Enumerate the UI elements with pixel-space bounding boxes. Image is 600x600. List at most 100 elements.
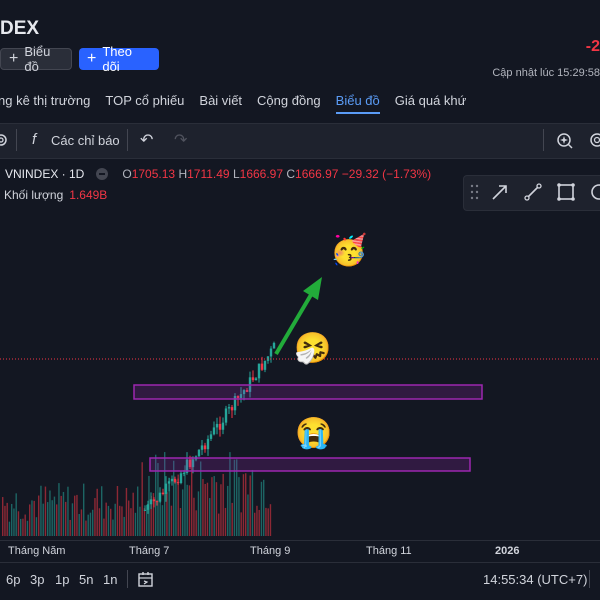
candle-body: [215, 423, 219, 428]
collapse-legend-button[interactable]: [96, 167, 109, 180]
close-value: 1666.97: [295, 167, 339, 181]
app-root: DEX + Biểu đồ + Theo dõi -2 Cập nhật lúc…: [0, 0, 600, 600]
timeframe-6p[interactable]: 6p: [6, 572, 20, 587]
volume-bar: [222, 473, 224, 536]
volume-bar: [173, 460, 175, 536]
more-tools-icon[interactable]: [589, 182, 600, 202]
candle-body: [212, 427, 216, 435]
timeframe-1n[interactable]: 1n: [103, 572, 117, 587]
volume-bar: [186, 484, 188, 536]
support-zone[interactable]: [149, 457, 471, 472]
volume-bar: [269, 504, 272, 536]
follow-button[interactable]: + Theo dõi: [79, 44, 159, 74]
resistance-zone[interactable]: [133, 384, 483, 400]
add-chart-button[interactable]: + Biểu đồ: [0, 44, 72, 74]
tab-market-stats[interactable]: ng kê thị trường: [0, 93, 90, 108]
magic-zoom-icon[interactable]: [555, 131, 575, 149]
volume-bar: [206, 482, 209, 536]
volume-bar: [143, 508, 146, 536]
candle-body: [149, 499, 153, 505]
volume-bar: [130, 508, 132, 536]
volume-bar: [60, 495, 62, 536]
candle-body: [179, 473, 183, 484]
volume-bar: [170, 505, 173, 536]
redo-button[interactable]: ↷: [174, 130, 187, 150]
sneezing-face-emoji[interactable]: 🤧: [294, 334, 331, 364]
candle-body: [227, 407, 231, 409]
volume-bar: [101, 486, 103, 536]
trendline-tool-icon[interactable]: [523, 182, 543, 202]
gear-icon[interactable]: [0, 133, 8, 147]
candle-body: [152, 499, 156, 502]
volume-bar: [29, 504, 31, 536]
volume-bar: [6, 502, 8, 536]
volume-bar: [94, 498, 96, 536]
candle-body: [164, 483, 168, 495]
add-chart-label: Biểu đồ: [24, 44, 51, 74]
volume-bar: [105, 502, 107, 536]
volume-bar: [65, 501, 67, 536]
volume-bar: [98, 508, 101, 536]
candle-body: [251, 377, 255, 381]
rectangle-tool-icon[interactable]: [556, 182, 576, 202]
volume-bar: [224, 507, 227, 536]
party-face-emoji[interactable]: 🥳: [330, 236, 367, 266]
volume-bar: [258, 509, 260, 536]
volume-bar: [15, 493, 17, 536]
volume-bar: [218, 513, 220, 536]
volume-bar: [47, 502, 49, 536]
indicators-button[interactable]: Các chỉ báo: [51, 133, 120, 148]
timeframe-3p[interactable]: 3p: [30, 572, 44, 587]
volume-bar: [161, 505, 164, 536]
toolbar-divider: [127, 129, 128, 151]
clock-timezone[interactable]: 14:55:34 (UTC+7): [483, 572, 587, 587]
x-tick: Tháng 11: [366, 545, 412, 557]
toolbar-divider: [543, 129, 544, 151]
drag-handle-icon[interactable]: [470, 183, 480, 201]
volume-bar: [238, 477, 240, 536]
uptrend-arrow-head[interactable]: [303, 277, 322, 300]
timeframe-1p[interactable]: 1p: [55, 572, 69, 587]
volume-bar: [38, 495, 40, 536]
volume-bar: [110, 508, 112, 536]
volume-bar: [157, 463, 159, 536]
volume-bar: [245, 473, 247, 536]
crying-face-emoji[interactable]: 😭: [295, 419, 332, 449]
candles: [143, 341, 276, 514]
candle-body: [209, 434, 213, 439]
volume-bar: [80, 509, 83, 536]
volume-bar: [116, 485, 119, 536]
bottom-divider: [589, 570, 590, 588]
candle-body: [230, 407, 234, 411]
tab-articles[interactable]: Bài viết: [199, 93, 242, 108]
go-to-date-icon[interactable]: [137, 570, 155, 588]
x-tick: Tháng Năm: [8, 545, 66, 557]
volume-bar: [134, 512, 137, 536]
tab-top-stocks[interactable]: TOP cổ phiếu: [105, 93, 184, 108]
volume-bar: [209, 498, 211, 536]
candle-body: [260, 363, 264, 370]
indicators-icon[interactable]: f: [32, 131, 36, 148]
volume-bar: [263, 479, 265, 536]
volume-bar: [22, 518, 24, 536]
candle-body: [146, 504, 150, 510]
volume-bar: [256, 505, 258, 536]
low-label: L: [232, 167, 240, 181]
tab-price-history[interactable]: Giá quá khứ: [395, 93, 467, 108]
tab-chart[interactable]: Biểu đồ: [335, 93, 380, 114]
volume-bar: [227, 485, 229, 536]
candle-body: [254, 378, 258, 381]
volume-bar: [44, 486, 47, 536]
volume-bar: [24, 514, 26, 536]
candle-body: [161, 492, 165, 495]
timeframe-5n[interactable]: 5n: [79, 572, 93, 587]
undo-button[interactable]: ↶: [140, 130, 153, 150]
toolbar-divider: [16, 129, 17, 151]
settings-icon[interactable]: [588, 131, 600, 149]
tab-community[interactable]: Cộng đồng: [257, 93, 321, 108]
close-label: C: [286, 167, 296, 181]
plus-icon: +: [87, 50, 97, 67]
candle-body: [176, 482, 180, 484]
arrow-tool-icon[interactable]: [490, 182, 510, 202]
candle-body: [206, 438, 210, 450]
